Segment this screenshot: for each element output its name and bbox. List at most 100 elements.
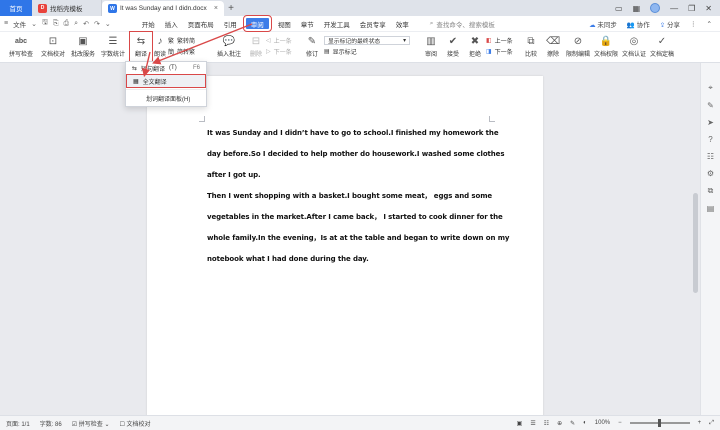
home-tab[interactable]: 首页 xyxy=(0,0,32,16)
new-tab-button[interactable]: + xyxy=(224,0,238,16)
read-aloud-icon: ♪ xyxy=(157,35,163,47)
close-tab-icon[interactable]: × xyxy=(214,5,218,12)
proof-status[interactable]: ☐ 文档校对 xyxy=(119,419,150,428)
cursor-icon[interactable]: ➤ xyxy=(707,118,714,127)
simp-to-trad-button[interactable]: 簡简转繁 xyxy=(168,47,212,56)
revise-button[interactable]: ✎ 修订 xyxy=(300,32,324,63)
zoom-slider[interactable] xyxy=(629,419,690,427)
doc-compare-button[interactable]: ⊡ 文档校对 xyxy=(38,32,68,63)
delete-comment-button[interactable]: ⊟ 删除 xyxy=(246,32,266,63)
tab-view[interactable]: 视图 xyxy=(273,18,296,29)
prev-change-button[interactable]: ◧ 上一条 xyxy=(486,36,520,45)
word-count-button[interactable]: ☰ 字数统计 xyxy=(98,32,128,63)
full-translate-item[interactable]: ▦ 全文翻译 xyxy=(126,74,206,88)
chevron-up-icon[interactable]: ⌃ xyxy=(707,20,712,28)
zoom-handle[interactable] xyxy=(657,419,661,427)
tab-member[interactable]: 会员专享 xyxy=(355,18,391,29)
read-mode-icon[interactable]: ▣ xyxy=(517,420,523,427)
tab-page-layout[interactable]: 页面布局 xyxy=(183,18,219,29)
share-button[interactable]: ⇪ 分享 xyxy=(660,19,680,29)
tab-document[interactable]: W It was Sunday and I didn.docx × xyxy=(102,1,224,16)
eye-protect-icon[interactable]: ◐ xyxy=(583,420,587,426)
settings-icon[interactable]: ⚙ xyxy=(707,169,714,178)
tab-developer[interactable]: 开发工具 xyxy=(319,18,355,29)
collab-button[interactable]: 👥 协作 xyxy=(627,19,650,29)
tab-home[interactable]: 开始 xyxy=(137,18,160,29)
grid-icon[interactable]: ▦ xyxy=(633,4,641,13)
minimize-icon[interactable]: — xyxy=(670,4,678,13)
eraser-icon: ⌫ xyxy=(545,35,561,47)
doc-finalize-button[interactable]: ✓ 文档定稿 xyxy=(648,32,676,63)
outline-icon[interactable]: ☷ xyxy=(544,420,549,427)
save-icon[interactable]: 🖫 xyxy=(42,18,48,29)
zoom-out-icon[interactable]: − xyxy=(618,420,622,426)
avatar[interactable] xyxy=(650,3,661,13)
next-comment-button[interactable]: ▷ 下一条 xyxy=(266,47,300,56)
insert-comment-button[interactable]: 💬 插入批注 xyxy=(212,32,246,63)
chevron-down-icon[interactable]: ⌄ xyxy=(105,20,111,28)
next-change-button[interactable]: ◨ 下一条 xyxy=(486,47,520,56)
spell-check-button[interactable]: abc 拼写检查 xyxy=(4,32,38,63)
page-view-icon[interactable]: ☰ xyxy=(530,420,535,427)
batch-service-button[interactable]: ▣ 批改服务 xyxy=(68,32,98,63)
vertical-scrollbar[interactable] xyxy=(692,63,700,415)
layout-icon[interactable]: ▭ xyxy=(615,4,623,13)
zoom-in-icon[interactable]: + xyxy=(698,420,702,426)
reject-button[interactable]: ✖ 拒绝 xyxy=(464,32,486,63)
fit-page-icon[interactable]: ⤢ xyxy=(709,420,714,427)
pen-icon[interactable]: ✎ xyxy=(707,101,714,110)
more-icon[interactable]: ⋮ xyxy=(690,20,697,28)
word-count[interactable]: 字数: 86 xyxy=(40,419,62,428)
accept-button[interactable]: ✔ 接受 xyxy=(442,32,464,63)
web-view-icon[interactable]: ⊕ xyxy=(557,420,562,427)
help-icon[interactable]: ? xyxy=(708,135,712,144)
review-pane-button[interactable]: ▥ 审阅 xyxy=(420,32,442,63)
tab-insert[interactable]: 插入 xyxy=(160,18,183,29)
restrict-edit-button[interactable]: ⊘ 限制编辑 xyxy=(564,32,592,63)
translate-button[interactable]: ⇆ 翻译 xyxy=(129,31,153,64)
document-page[interactable]: It was Sunday and I didn’t have to go to… xyxy=(147,76,543,430)
prev-comment-button[interactable]: ◁ 上一条 xyxy=(266,36,300,45)
command-search[interactable]: ⌕ 查找命令、搜索模板 xyxy=(430,19,495,29)
spell-check-status[interactable]: ☑ 拼写检查 ⌄ xyxy=(72,419,110,428)
format-icon[interactable]: ⧉ xyxy=(708,186,714,196)
template-icon[interactable]: ▤ xyxy=(707,204,715,213)
file-menu[interactable]: 文件 xyxy=(13,19,26,29)
hamburger-icon[interactable]: ≡ xyxy=(4,20,8,27)
undo-icon[interactable]: ↶ xyxy=(83,20,89,28)
doc-cert-button[interactable]: ◎ 文档认证 xyxy=(620,32,648,63)
tab-efficiency[interactable]: 效率 xyxy=(391,18,414,29)
print-icon[interactable]: ⎙ xyxy=(64,20,70,28)
finalize-icon: ✓ xyxy=(657,35,667,47)
page-indicator[interactable]: 页面: 1/1 xyxy=(6,419,30,428)
short-translate-icon: ⇆ xyxy=(132,65,138,72)
maximize-icon[interactable]: ❐ xyxy=(688,4,695,13)
scroll-thumb[interactable] xyxy=(693,193,698,293)
tab-references[interactable]: 引用 xyxy=(219,18,242,29)
preview-icon[interactable]: ⌕ xyxy=(74,20,78,28)
compare-button[interactable]: ⧉ 比较 xyxy=(520,32,542,63)
trad-to-simp-button[interactable]: 繁繁转简 xyxy=(168,36,212,45)
selection-translate-item[interactable]: 划词翻译面板(H) xyxy=(126,92,206,104)
tab-docer-templates[interactable]: D 找稻壳模板 xyxy=(32,0,102,16)
write-mode-icon[interactable]: ✎ xyxy=(570,420,575,427)
short-translate-item[interactable]: ⇆ 短句翻译 (T) F6 xyxy=(126,62,206,74)
show-markup-button[interactable]: ▤ 显示标记 xyxy=(324,47,420,56)
document-body[interactable]: It was Sunday and I didn’t have to go to… xyxy=(207,123,510,270)
zoom-level[interactable]: 100% xyxy=(595,420,610,426)
redo-icon[interactable]: ↷ xyxy=(94,20,100,28)
adjust-icon[interactable]: ☷ xyxy=(707,152,714,161)
close-window-icon[interactable]: ✕ xyxy=(705,4,712,13)
text-line: whole family.In the evening，Is at at the… xyxy=(207,234,510,242)
navigation-icon[interactable]: ⌖ xyxy=(708,83,713,93)
read-aloud-button[interactable]: ♪ 朗读 xyxy=(152,32,168,63)
doc-permission-button[interactable]: 🔒 文档权限 xyxy=(592,32,620,63)
folder-icon[interactable]: ⎘ xyxy=(53,20,59,28)
chevron-down-icon[interactable]: ⌄ xyxy=(31,20,37,28)
tab-chapter[interactable]: 章节 xyxy=(296,18,319,29)
markup-state-select[interactable]: 显示标记的最终状态 ▾ xyxy=(324,36,410,45)
erase-button[interactable]: ⌫ 擦除 xyxy=(542,32,564,63)
tab-review[interactable]: 审阅 xyxy=(242,15,272,32)
document-canvas[interactable]: It was Sunday and I didn’t have to go to… xyxy=(0,63,700,430)
sync-status[interactable]: ☁ 未同步 xyxy=(589,19,617,29)
